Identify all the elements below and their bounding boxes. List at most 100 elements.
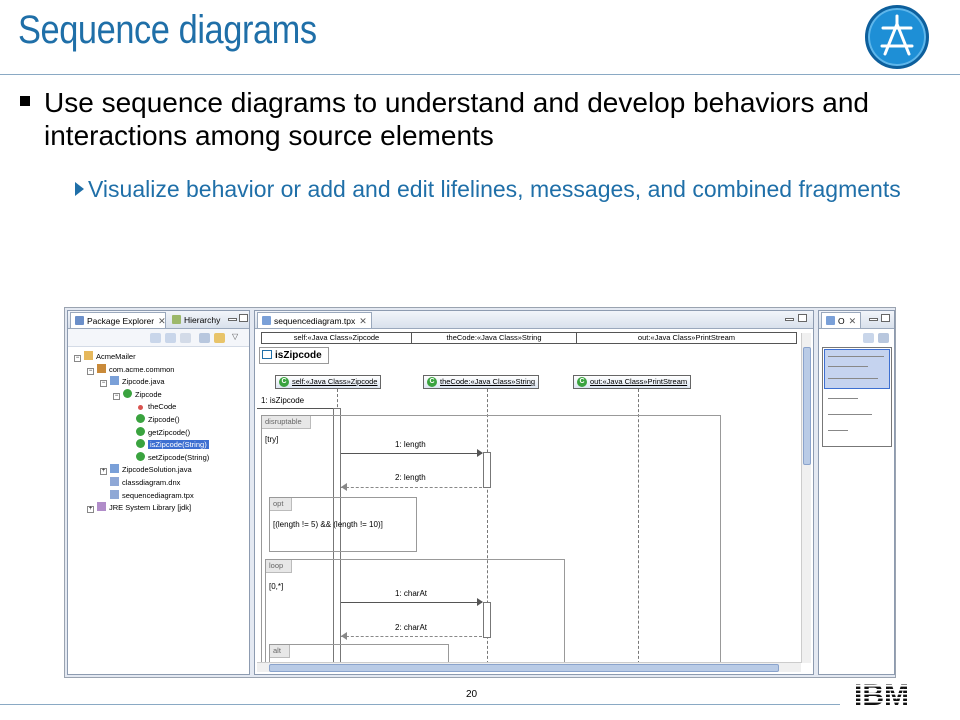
tree-item[interactable]: − AcmeMailer: [74, 351, 136, 363]
up-icon[interactable]: [180, 333, 191, 343]
maximize-button[interactable]: [881, 314, 890, 322]
lifeline-bar-self[interactable]: self:«Java Class»Zipcode: [262, 333, 412, 343]
minimize-button[interactable]: [869, 318, 878, 321]
close-icon[interactable]: ✕: [158, 316, 166, 326]
field-icon: [138, 405, 143, 411]
arrow-head-icon: [477, 449, 483, 457]
tree-item[interactable]: sequencediagram.tpx: [100, 489, 194, 502]
lifeline-bar-out[interactable]: out:«Java Class»PrintStream: [577, 333, 796, 343]
expand-toggle-icon[interactable]: −: [100, 380, 107, 388]
expand-toggle-icon[interactable]: −: [113, 392, 120, 400]
ide-screenshot: Package Explorer ✕ Hierarchy ▽ − AcmeMaile…: [64, 307, 896, 678]
maximize-button[interactable]: [798, 314, 807, 322]
explorer-tab-bar: Package Explorer ✕ Hierarchy: [68, 311, 249, 329]
page-number: 20: [466, 689, 478, 700]
tree-item[interactable]: + JRE System Library [jdk]: [87, 502, 191, 514]
tree-item-label: theCode: [148, 402, 177, 412]
tree-item-label: JRE System Library [jdk]: [109, 503, 192, 513]
tree-item-label: AcmeMailer: [96, 352, 136, 361]
message-label[interactable]: 2: length: [395, 473, 426, 482]
tree-item-label: Zipcode.java: [122, 377, 165, 387]
java-file-icon: [110, 464, 119, 474]
message-label[interactable]: 1: isZipcode: [261, 396, 304, 405]
message-label[interactable]: 1: length: [395, 440, 426, 449]
class-icon: C: [279, 377, 289, 387]
interaction-icon: [262, 350, 272, 359]
overview-line: [828, 356, 884, 357]
outline-tab-bar: O ✕: [819, 311, 894, 329]
expand-toggle-icon[interactable]: +: [100, 468, 107, 476]
interaction-frame-title[interactable]: isZipcode: [259, 347, 329, 364]
tab-package-explorer[interactable]: Package Explorer ✕: [70, 312, 166, 328]
fragment-alt[interactable]: alt: [269, 644, 449, 662]
diagram-overview-map[interactable]: [822, 347, 892, 447]
minimize-button[interactable]: [785, 318, 794, 321]
lifeline-self[interactable]: Cself:«Java Class»Zipcode: [275, 375, 382, 389]
method-icon: [136, 439, 145, 449]
tree-item[interactable]: classdiagram.dnx: [100, 477, 180, 489]
tree-item[interactable]: − Zipcode.java: [100, 376, 165, 388]
tree-item[interactable]: setZipcode(String): [126, 451, 210, 464]
method-icon: [136, 451, 145, 461]
overview-viewport[interactable]: [824, 349, 890, 389]
link-editor-icon[interactable]: [214, 333, 225, 343]
editor-tab-bar: sequencediagram.tpx ✕: [255, 311, 813, 329]
fragment-tag: loop: [266, 560, 293, 573]
overview-icon[interactable]: [878, 333, 889, 343]
tree-item[interactable]: − Zipcode: [113, 388, 162, 401]
tab-outline[interactable]: O ✕: [821, 312, 862, 328]
project-icon: [84, 351, 93, 360]
tree-item[interactable]: theCode: [126, 401, 176, 413]
ibm-logo-icon: IBM: [852, 680, 938, 710]
minimize-button[interactable]: [228, 318, 237, 321]
triangle-bullet-icon: [75, 182, 84, 196]
message-label[interactable]: 1: charAt: [395, 589, 427, 598]
overview-line: [828, 430, 848, 431]
back-icon[interactable]: [150, 333, 161, 343]
fragment-guard: [(length != 5) && (length != 10)]: [273, 520, 383, 529]
message-label[interactable]: 2: charAt: [395, 623, 427, 632]
expand-toggle-icon[interactable]: +: [87, 506, 94, 514]
close-icon[interactable]: ✕: [359, 316, 367, 326]
tree-item[interactable]: getZipcode(): [126, 426, 190, 439]
tab-hierarchy[interactable]: Hierarchy: [168, 312, 224, 328]
class-icon: [123, 388, 132, 398]
tree-item-label: setZipcode(String): [148, 452, 210, 462]
message-arrow[interactable]: [341, 602, 482, 603]
tree-view-icon[interactable]: [863, 333, 874, 343]
fragment-guard: [0,*]: [269, 582, 284, 591]
expand-toggle-icon[interactable]: −: [74, 355, 81, 362]
expand-toggle-icon[interactable]: −: [87, 367, 94, 375]
diagram-canvas[interactable]: isZipcode Cself:«Java Class»Zipcode Cthe…: [257, 346, 801, 662]
tree-item[interactable]: isZipcode(String): [126, 439, 209, 451]
package-explorer-icon: [75, 316, 84, 325]
package-icon: [97, 363, 106, 373]
return-message-arrow[interactable]: [341, 487, 482, 488]
footer-divider: [0, 704, 840, 705]
tab-sequencediagram[interactable]: sequencediagram.tpx ✕: [257, 312, 372, 328]
lifeline-out[interactable]: Cout:«Java Class»PrintStream: [573, 375, 692, 389]
scroll-thumb[interactable]: [269, 664, 779, 672]
lifeline-thecode[interactable]: CtheCode:«Java Class»String: [423, 375, 540, 389]
collapse-all-icon[interactable]: [199, 333, 210, 343]
tree-item[interactable]: + ZipcodeSolution.java: [100, 464, 192, 476]
message-arrow[interactable]: [257, 408, 333, 409]
lifeline-bar-thecode[interactable]: theCode:«Java Class»String: [412, 333, 577, 343]
tree-item[interactable]: Zipcode(): [126, 414, 180, 426]
forward-icon[interactable]: [165, 333, 176, 343]
return-message-arrow[interactable]: [341, 636, 482, 637]
vertical-scrollbar[interactable]: [801, 333, 811, 663]
bullet-sub: Visualize behavior or add and edit lifel…: [72, 174, 932, 204]
class-icon: C: [427, 377, 437, 387]
maximize-button[interactable]: [239, 314, 248, 322]
diagram-file-icon: [110, 477, 119, 486]
overview-line: [828, 398, 858, 399]
view-menu-icon[interactable]: ▽: [232, 332, 241, 342]
close-icon[interactable]: ✕: [849, 316, 857, 326]
tree-item[interactable]: − com.acme.common: [87, 363, 174, 376]
tree-item-label: ZipcodeSolution.java: [122, 465, 192, 475]
horizontal-scrollbar[interactable]: [257, 662, 801, 672]
message-arrow[interactable]: [341, 453, 482, 454]
scroll-thumb[interactable]: [803, 347, 811, 465]
tree-item-label: classdiagram.dnx: [122, 478, 181, 487]
